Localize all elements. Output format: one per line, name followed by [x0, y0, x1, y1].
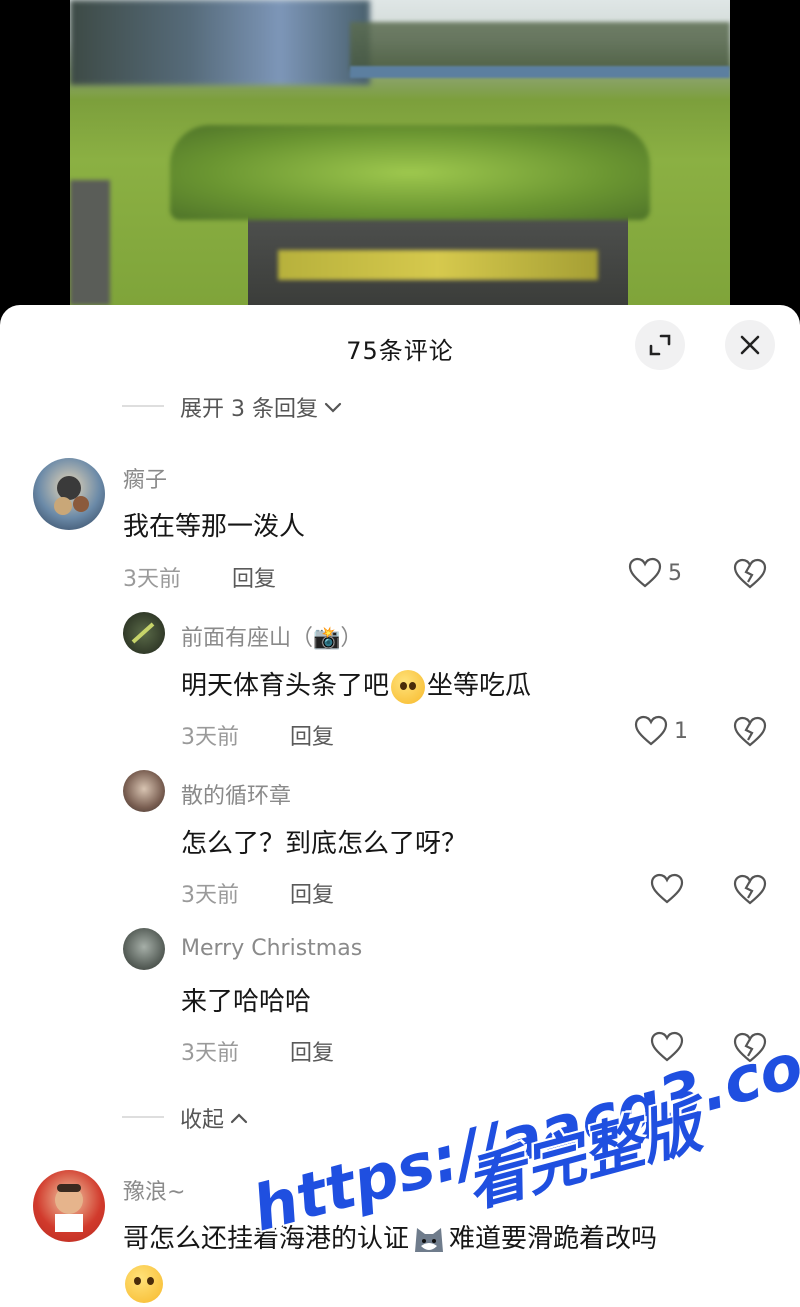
- comment-text: 我在等那一泼人: [123, 512, 306, 542]
- divider-line: [122, 1116, 164, 1118]
- reply-time: 3天前: [181, 883, 239, 908]
- heart-icon: [650, 873, 684, 904]
- video-grass-planter: [170, 125, 650, 220]
- chevron-up-icon: [230, 1113, 248, 1124]
- comment-emoji-line: [123, 1265, 165, 1303]
- heart-icon: [628, 557, 662, 588]
- pleading-face-emoji: [391, 669, 426, 704]
- reply-username[interactable]: 散的循环章: [181, 778, 291, 810]
- avatar[interactable]: [33, 458, 105, 530]
- husky-emoji: [411, 1224, 447, 1256]
- broken-heart-icon: [733, 558, 767, 589]
- avatar-image: [54, 476, 89, 515]
- reply-username[interactable]: Merry Christmas: [181, 936, 362, 961]
- reply-username[interactable]: 前面有座山（📸）: [181, 620, 362, 652]
- video-wall: [350, 66, 730, 78]
- avatar-image: [131, 622, 155, 644]
- reply-time: 3天前: [181, 725, 239, 750]
- like-count: 1: [674, 718, 688, 744]
- like-button[interactable]: [650, 873, 684, 905]
- avatar[interactable]: [123, 928, 165, 970]
- video-trees: [350, 22, 730, 70]
- comment-username[interactable]: 瘸子: [123, 462, 167, 494]
- dislike-button[interactable]: [733, 716, 767, 752]
- reply-text-part: 明天体育头条了吧: [181, 671, 390, 701]
- reply-time: 3天前: [181, 1041, 239, 1066]
- like-count: 5: [668, 560, 682, 586]
- reply-button[interactable]: 回复: [290, 877, 334, 909]
- avatar[interactable]: [123, 612, 165, 654]
- video-planter-box: [248, 205, 628, 305]
- reply-button[interactable]: 回复: [290, 1035, 334, 1067]
- expand-replies-label: 展开 3 条回复: [180, 397, 318, 422]
- avatar[interactable]: [123, 770, 165, 812]
- broken-heart-icon: [733, 716, 767, 747]
- video-preview[interactable]: [70, 0, 730, 305]
- comment-text: 哥怎么还挂着海港的认证 难道要滑跪着改吗: [123, 1218, 657, 1256]
- expand-icon: [649, 334, 671, 356]
- reply-text-part: 坐等吃瓜: [427, 671, 532, 701]
- avatar-image: [55, 1184, 83, 1232]
- video-left-planter: [70, 180, 110, 305]
- pleading-face-emoji: [125, 1265, 163, 1303]
- chevron-down-icon: [324, 402, 342, 413]
- expand-replies-link[interactable]: 展开 3 条回复: [180, 391, 344, 423]
- reply-button[interactable]: 回复: [232, 561, 276, 593]
- reply-text: 明天体育头条了吧 坐等吃瓜: [181, 665, 531, 704]
- close-button[interactable]: [725, 320, 775, 370]
- collapse-replies-label: 收起: [180, 1108, 225, 1133]
- collapse-replies-link[interactable]: 收起: [180, 1102, 250, 1134]
- reply-text: 来了哈哈哈: [181, 987, 312, 1017]
- comment-time: 3天前: [123, 567, 181, 592]
- expand-button[interactable]: [635, 320, 685, 370]
- comment-text-part: 难道要滑跪着改吗: [449, 1224, 658, 1254]
- reply-text: 怎么了？到底怎么了呀？: [181, 829, 468, 859]
- dislike-button[interactable]: [733, 558, 767, 594]
- divider-line: [122, 405, 164, 407]
- like-button[interactable]: 1: [634, 715, 688, 747]
- broken-heart-icon: [733, 874, 767, 905]
- close-icon: [740, 335, 760, 355]
- video-fence: [70, 0, 370, 85]
- comment-username[interactable]: 豫浪~: [123, 1174, 185, 1206]
- heart-icon: [634, 715, 668, 746]
- dislike-button[interactable]: [733, 874, 767, 910]
- reply-button[interactable]: 回复: [290, 719, 334, 751]
- like-button[interactable]: 5: [628, 557, 682, 589]
- avatar[interactable]: [33, 1170, 105, 1242]
